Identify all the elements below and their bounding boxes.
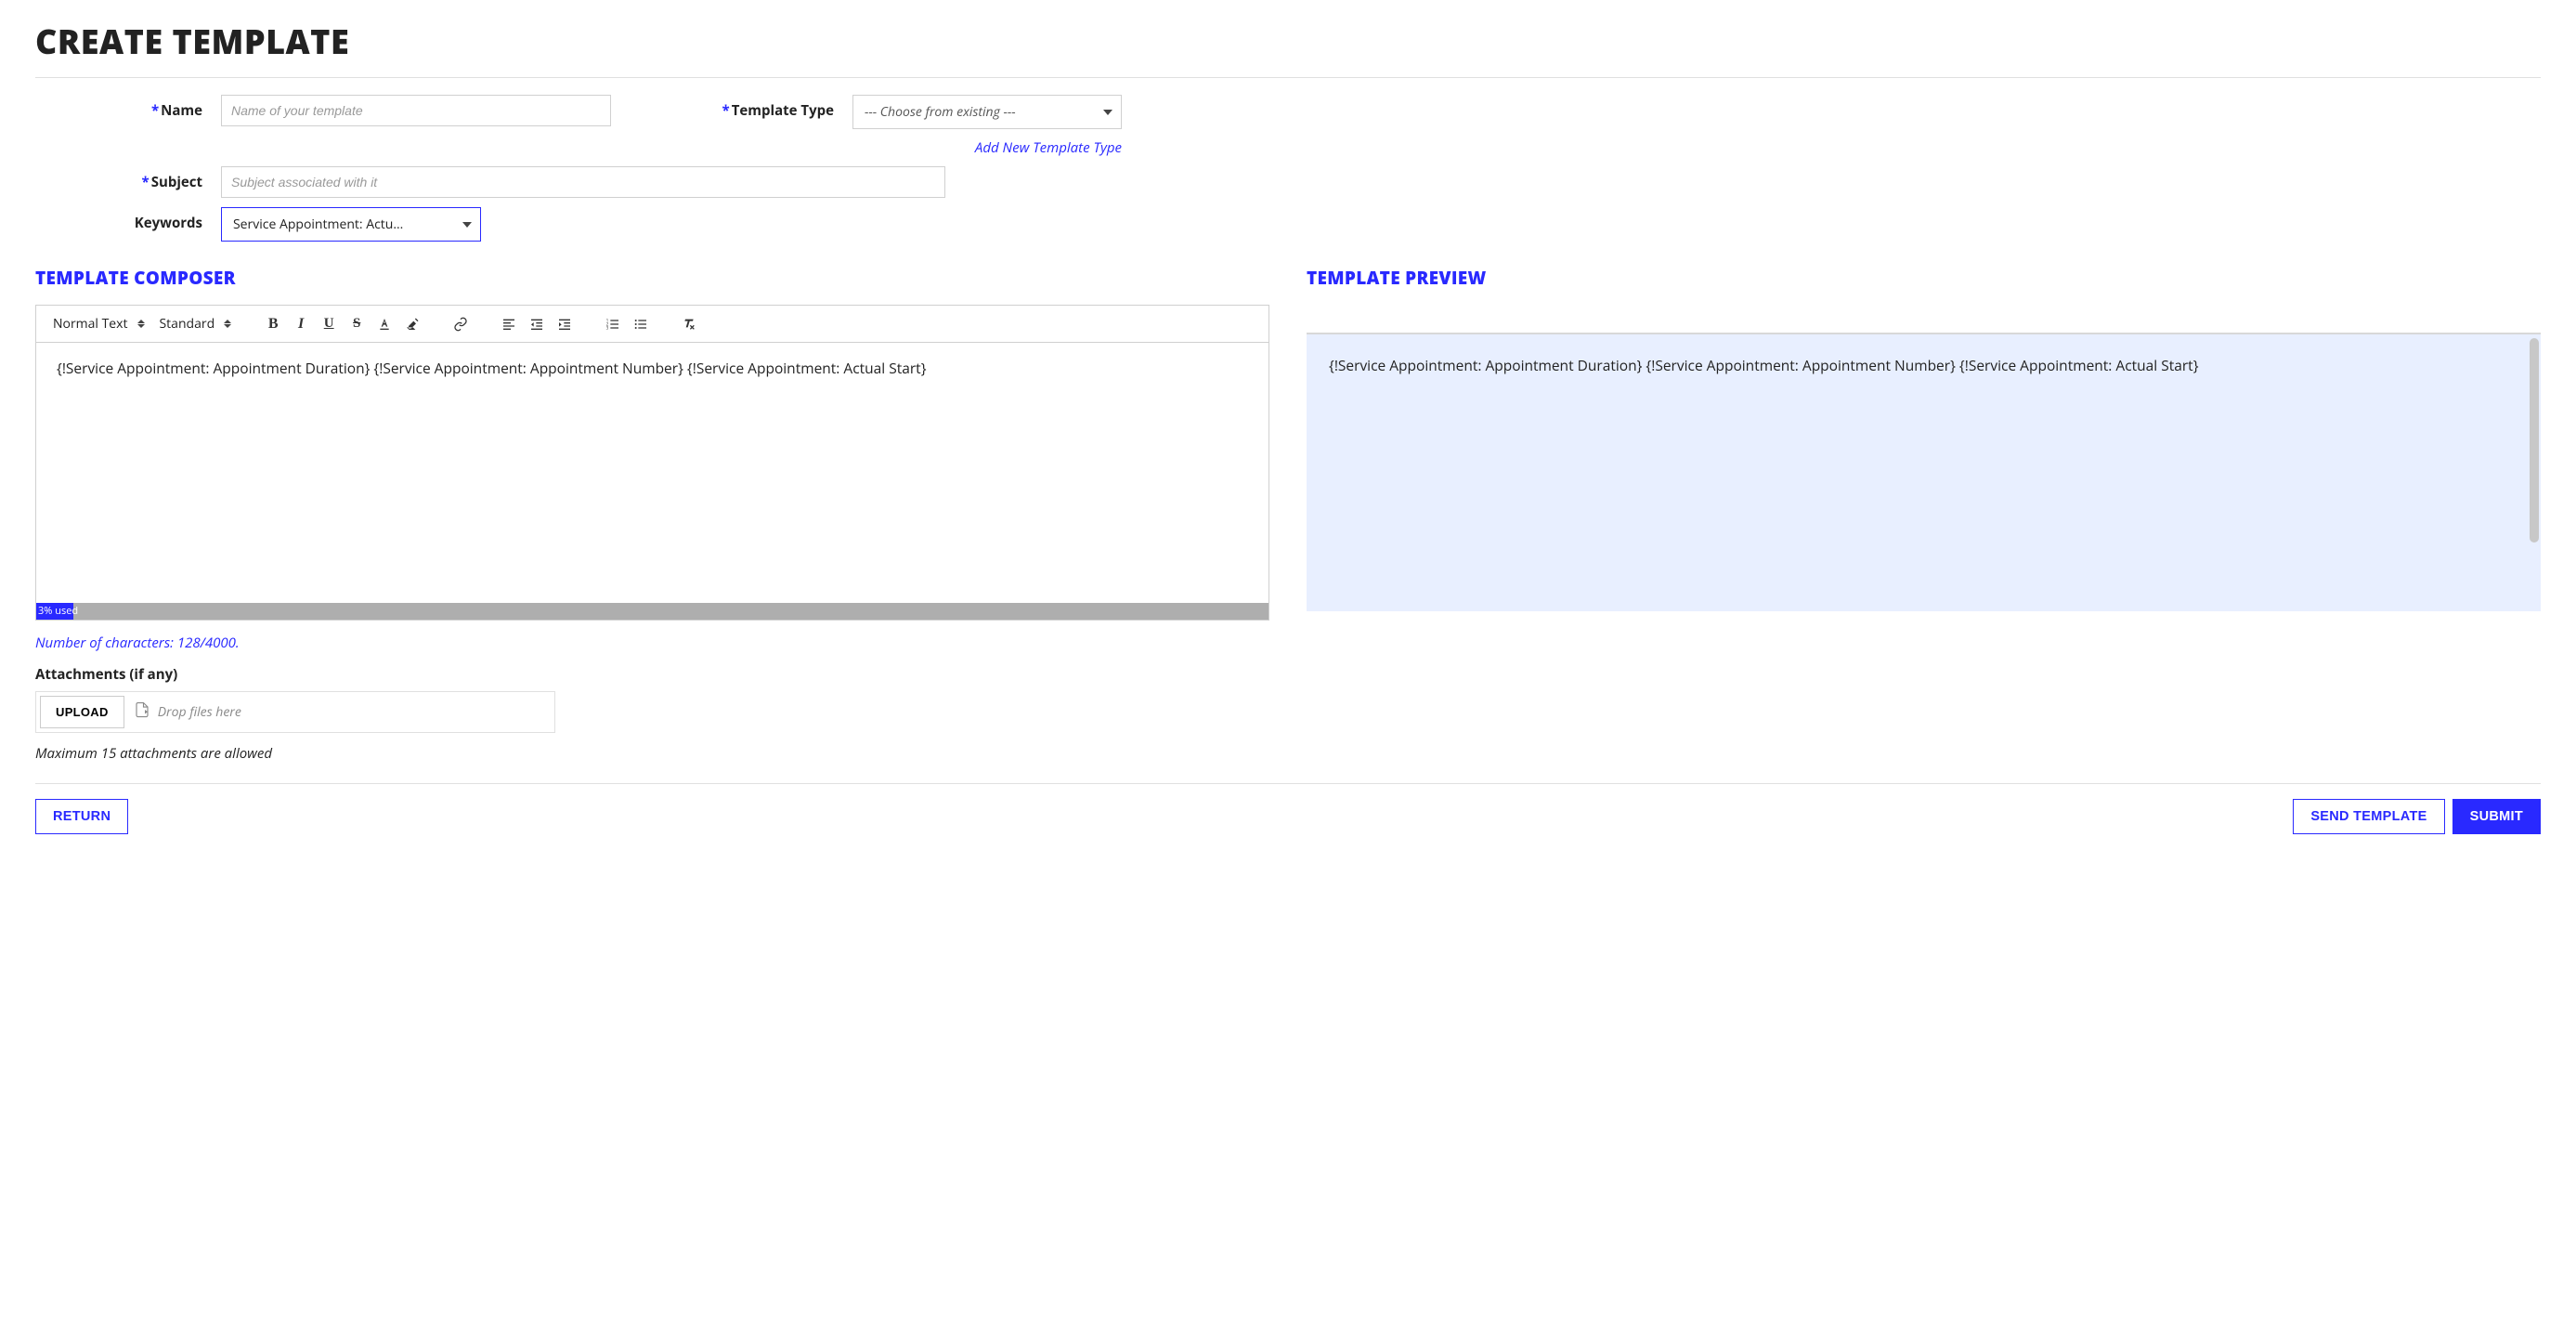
align-left-button[interactable]: [499, 314, 519, 334]
editor-frame: Normal Text Standard B I U S: [35, 305, 1269, 621]
composer-column: TEMPLATE COMPOSER Normal Text Standard B…: [35, 266, 1269, 763]
indent-decrease-button[interactable]: [527, 314, 547, 334]
divider: [35, 77, 2541, 78]
usage-bar: 3% used: [36, 603, 1268, 620]
block-style-select[interactable]: Normal Text: [49, 313, 149, 334]
link-button[interactable]: [450, 314, 471, 334]
subject-label: *Subject: [35, 166, 202, 191]
keywords-label: Keywords: [35, 207, 202, 232]
sort-icon: [137, 320, 145, 328]
form-grid: *Name *Template Type --- Choose from exi…: [35, 95, 2541, 242]
italic-button[interactable]: I: [291, 314, 311, 334]
font-weight-select[interactable]: Standard: [156, 313, 236, 334]
svg-text:3: 3: [606, 325, 609, 331]
editor-body[interactable]: {!Service Appointment: Appointment Durat…: [36, 343, 1268, 603]
composer-heading: TEMPLATE COMPOSER: [35, 266, 1269, 290]
strikethrough-button[interactable]: S: [346, 314, 367, 334]
ordered-list-button[interactable]: 123: [603, 314, 623, 334]
sort-icon: [224, 320, 231, 328]
editor-toolbar: Normal Text Standard B I U S: [36, 306, 1268, 343]
keywords-select[interactable]: Service Appointment: Actu…: [221, 207, 481, 242]
unordered-list-button[interactable]: [631, 314, 651, 334]
upload-row: UPLOAD Drop files here: [35, 691, 555, 733]
underline-button[interactable]: U: [319, 314, 339, 334]
max-attach-note: Maximum 15 attachments are allowed: [35, 744, 1269, 763]
drop-zone[interactable]: Drop files here: [128, 692, 554, 732]
return-button[interactable]: RETURN: [35, 799, 128, 834]
preview-box: {!Service Appointment: Appointment Durat…: [1307, 333, 2541, 611]
send-template-button[interactable]: SEND TEMPLATE: [2293, 799, 2444, 834]
name-label: *Name: [35, 95, 202, 120]
bold-button[interactable]: B: [263, 314, 283, 334]
submit-button[interactable]: SUBMIT: [2452, 799, 2541, 834]
preview-heading: TEMPLATE PREVIEW: [1307, 266, 2541, 290]
upload-button[interactable]: UPLOAD: [40, 696, 124, 728]
attachments-label: Attachments (if any): [35, 665, 1269, 684]
template-type-label: *Template Type: [630, 95, 834, 120]
char-count: Number of characters: 128/4000.: [35, 634, 1269, 652]
indent-increase-button[interactable]: [554, 314, 575, 334]
file-drop-icon: [134, 700, 150, 724]
add-template-type-link[interactable]: Add New Template Type: [975, 138, 1122, 157]
page-title: CREATE TEMPLATE: [35, 19, 2541, 64]
template-type-select[interactable]: --- Choose from existing ---: [852, 95, 1122, 129]
subject-input[interactable]: [221, 166, 945, 198]
footer: RETURN SEND TEMPLATE SUBMIT: [35, 783, 2541, 834]
highlight-button[interactable]: [402, 314, 423, 334]
scrollbar[interactable]: [2530, 338, 2539, 543]
font-color-button[interactable]: [374, 314, 395, 334]
preview-column: TEMPLATE PREVIEW {!Service Appointment: …: [1307, 266, 2541, 763]
clear-format-button[interactable]: [679, 314, 699, 334]
name-input[interactable]: [221, 95, 611, 126]
